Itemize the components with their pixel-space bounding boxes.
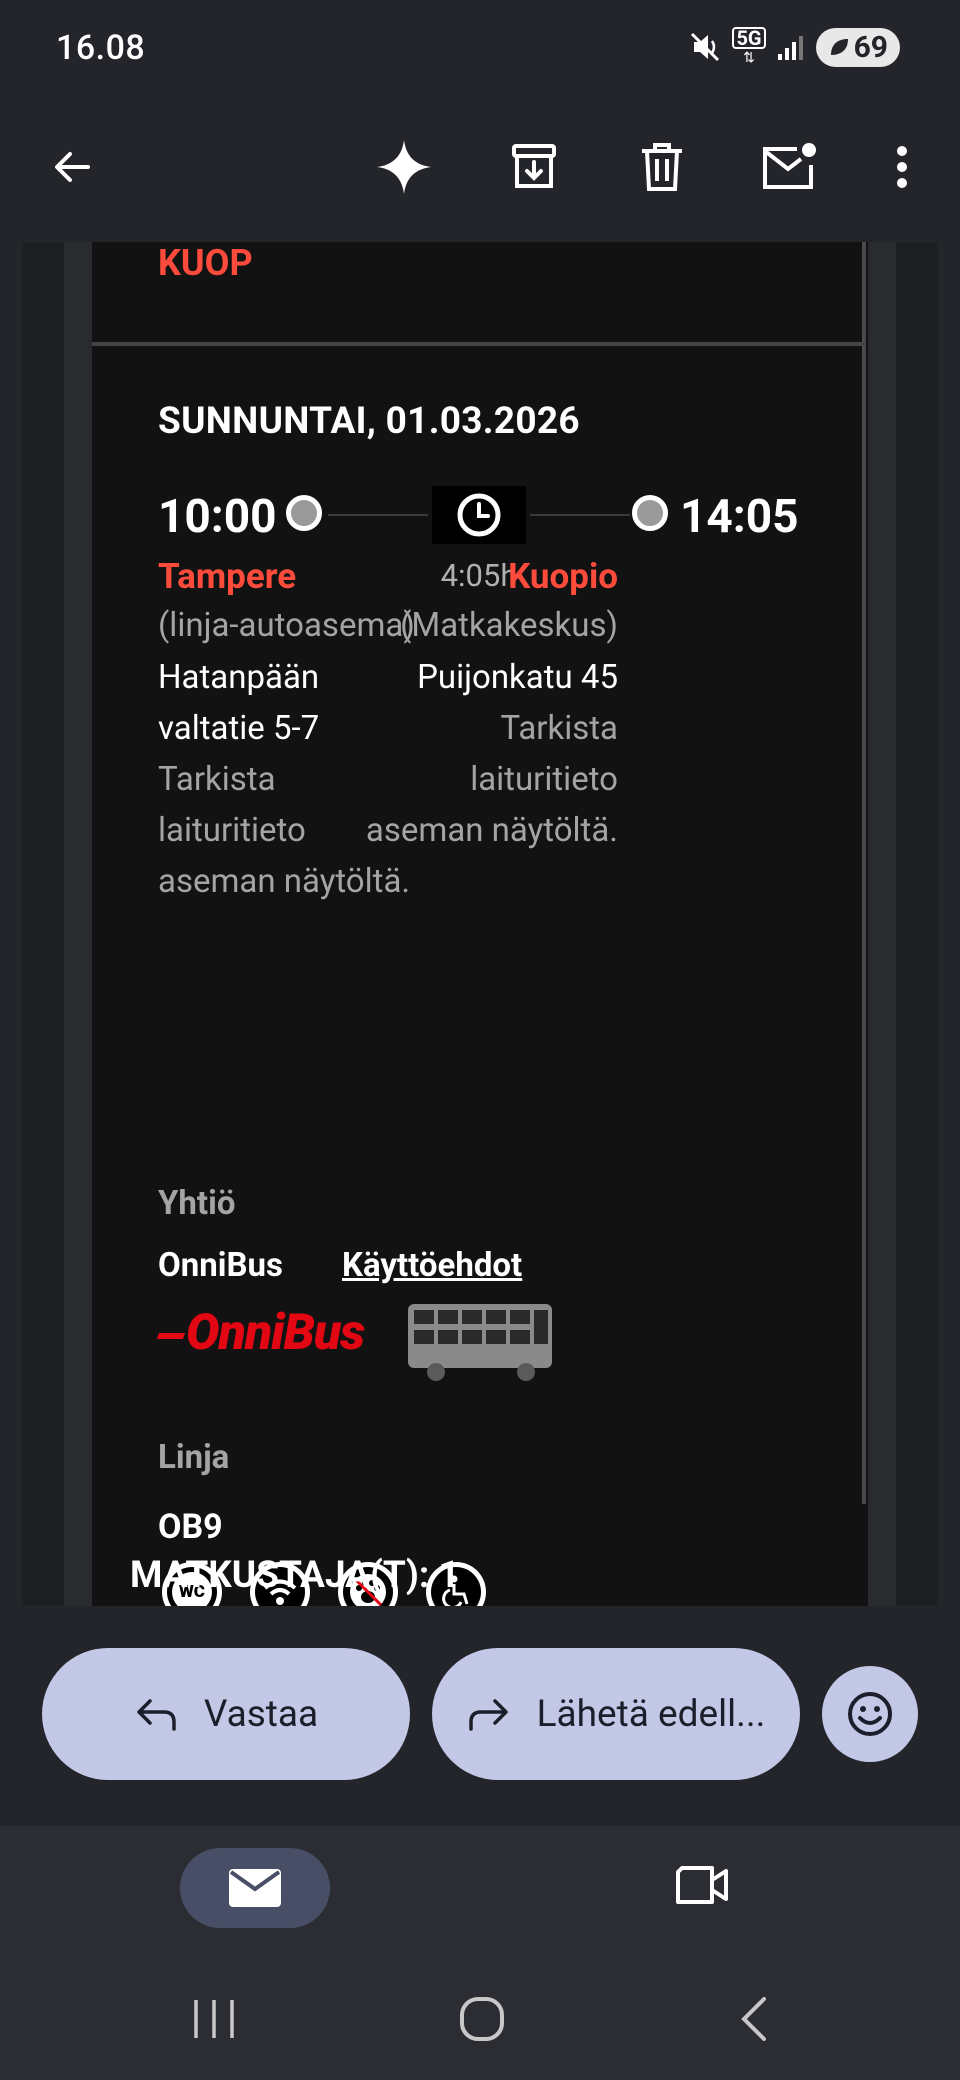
frame-left: [64, 242, 92, 1606]
chevron-left-icon: [741, 1997, 766, 2041]
frame-right: [868, 242, 896, 1606]
arrival-note-line1: Tarkista: [500, 709, 618, 748]
trash-icon: [642, 143, 682, 191]
bottom-nav: [0, 1826, 960, 1958]
app-bar: [0, 92, 960, 242]
logo-text: OnniBus: [186, 1304, 365, 1362]
nav-meet-tab[interactable]: [674, 1862, 732, 1912]
divider: [92, 342, 866, 346]
company-name: OnniBus: [158, 1246, 283, 1285]
card-border: [862, 242, 866, 1504]
mark-unread-button[interactable]: [750, 127, 830, 207]
archive-button[interactable]: [494, 127, 574, 207]
action-row: Vastaa Lähetä edell...: [0, 1606, 960, 1826]
arrival-time: 14:05: [680, 490, 799, 544]
signal-icon: [777, 36, 803, 60]
line-id: OB9: [158, 1507, 223, 1547]
archive-icon: [512, 144, 556, 188]
departure-time: 10:00: [158, 490, 277, 544]
reply-label: Vastaa: [203, 1692, 319, 1736]
system-nav-bar: [0, 1958, 960, 2080]
battery-level: 69: [853, 29, 888, 65]
leaf-icon: [830, 39, 848, 55]
status-time: 16.08: [56, 28, 146, 68]
arrow-left-icon: [55, 152, 90, 182]
partial-destination: KUOP: [158, 242, 253, 284]
departure-dot: [286, 495, 322, 531]
delete-button[interactable]: [622, 127, 702, 207]
email-body[interactable]: KUOP SUNNUNTAI, 01.03.2026 10:00 14:05 4…: [22, 242, 938, 1606]
arrival-address: Puijonkatu 45: [417, 658, 618, 697]
battery-indicator: 69: [815, 27, 900, 67]
emoji-reaction-button[interactable]: [822, 1666, 918, 1762]
forward-button[interactable]: Lähetä edell...: [432, 1648, 800, 1780]
network-5g-icon: 5G ⇅: [732, 27, 766, 67]
more-options-button[interactable]: [862, 127, 942, 207]
recents-icon: [194, 2000, 234, 2038]
system-back-button[interactable]: [724, 1994, 784, 2044]
home-icon: [460, 1997, 504, 2041]
more-vert-icon: [897, 146, 907, 188]
sparkle-icon: [377, 140, 431, 194]
passenger-count: MATKUSTAJA(T): 1: [130, 1554, 460, 1597]
terms-link[interactable]: Käyttöehdot: [342, 1246, 522, 1285]
departure-city: Tampere: [158, 556, 297, 597]
arrival-station: (Matkakeskus): [400, 606, 618, 645]
onnibus-logo: OnniBus: [156, 1304, 365, 1362]
ticket-card: [92, 242, 868, 1606]
mail-icon: [229, 1869, 281, 1907]
route-line-left: [328, 514, 428, 516]
network-label: 5G: [732, 27, 766, 49]
back-button[interactable]: [32, 127, 112, 207]
gemini-button[interactable]: [364, 127, 444, 207]
video-camera-icon: [676, 1866, 728, 1904]
departure-address-line2: valtatie 5-7: [158, 709, 320, 748]
reply-icon: [137, 1699, 176, 1731]
departure-station: (linja-autoasema): [158, 606, 415, 645]
recents-button[interactable]: [184, 1994, 244, 2044]
arrival-dot: [632, 495, 668, 531]
mail-unread-icon: [763, 143, 816, 189]
status-bar: 16.08 5G ⇅ 69: [0, 0, 960, 92]
departure-note-line2: laituritieto: [158, 811, 306, 850]
departure-address-line1: Hatanpään: [158, 658, 320, 697]
arrival-note-line2: laituritieto: [470, 760, 618, 799]
home-button[interactable]: [452, 1992, 512, 2046]
forward-label: Lähetä edell...: [536, 1692, 766, 1736]
departure-note-line1: Tarkista: [158, 760, 276, 799]
double-decker-bus-icon: [408, 1304, 552, 1381]
smiley-icon: [848, 1692, 892, 1736]
trip-date: SUNNUNTAI, 01.03.2026: [158, 400, 580, 443]
reply-button[interactable]: Vastaa: [42, 1648, 410, 1780]
arrival-city: Kuopio: [508, 556, 618, 597]
status-icons: 5G ⇅ 69: [688, 24, 900, 70]
mute-vibrate-icon: [691, 32, 720, 62]
clock-icon: [457, 493, 501, 537]
route-line-right: [530, 514, 630, 516]
duration-clock: [432, 486, 526, 544]
nav-mail-tab[interactable]: [180, 1848, 330, 1928]
arrival-note-line3: aseman näytöltä.: [365, 811, 618, 850]
line-label: Linja: [158, 1438, 230, 1477]
company-label: Yhtiö: [158, 1184, 236, 1223]
departure-note-line3: aseman näytöltä.: [158, 862, 411, 901]
forward-icon: [468, 1699, 508, 1731]
